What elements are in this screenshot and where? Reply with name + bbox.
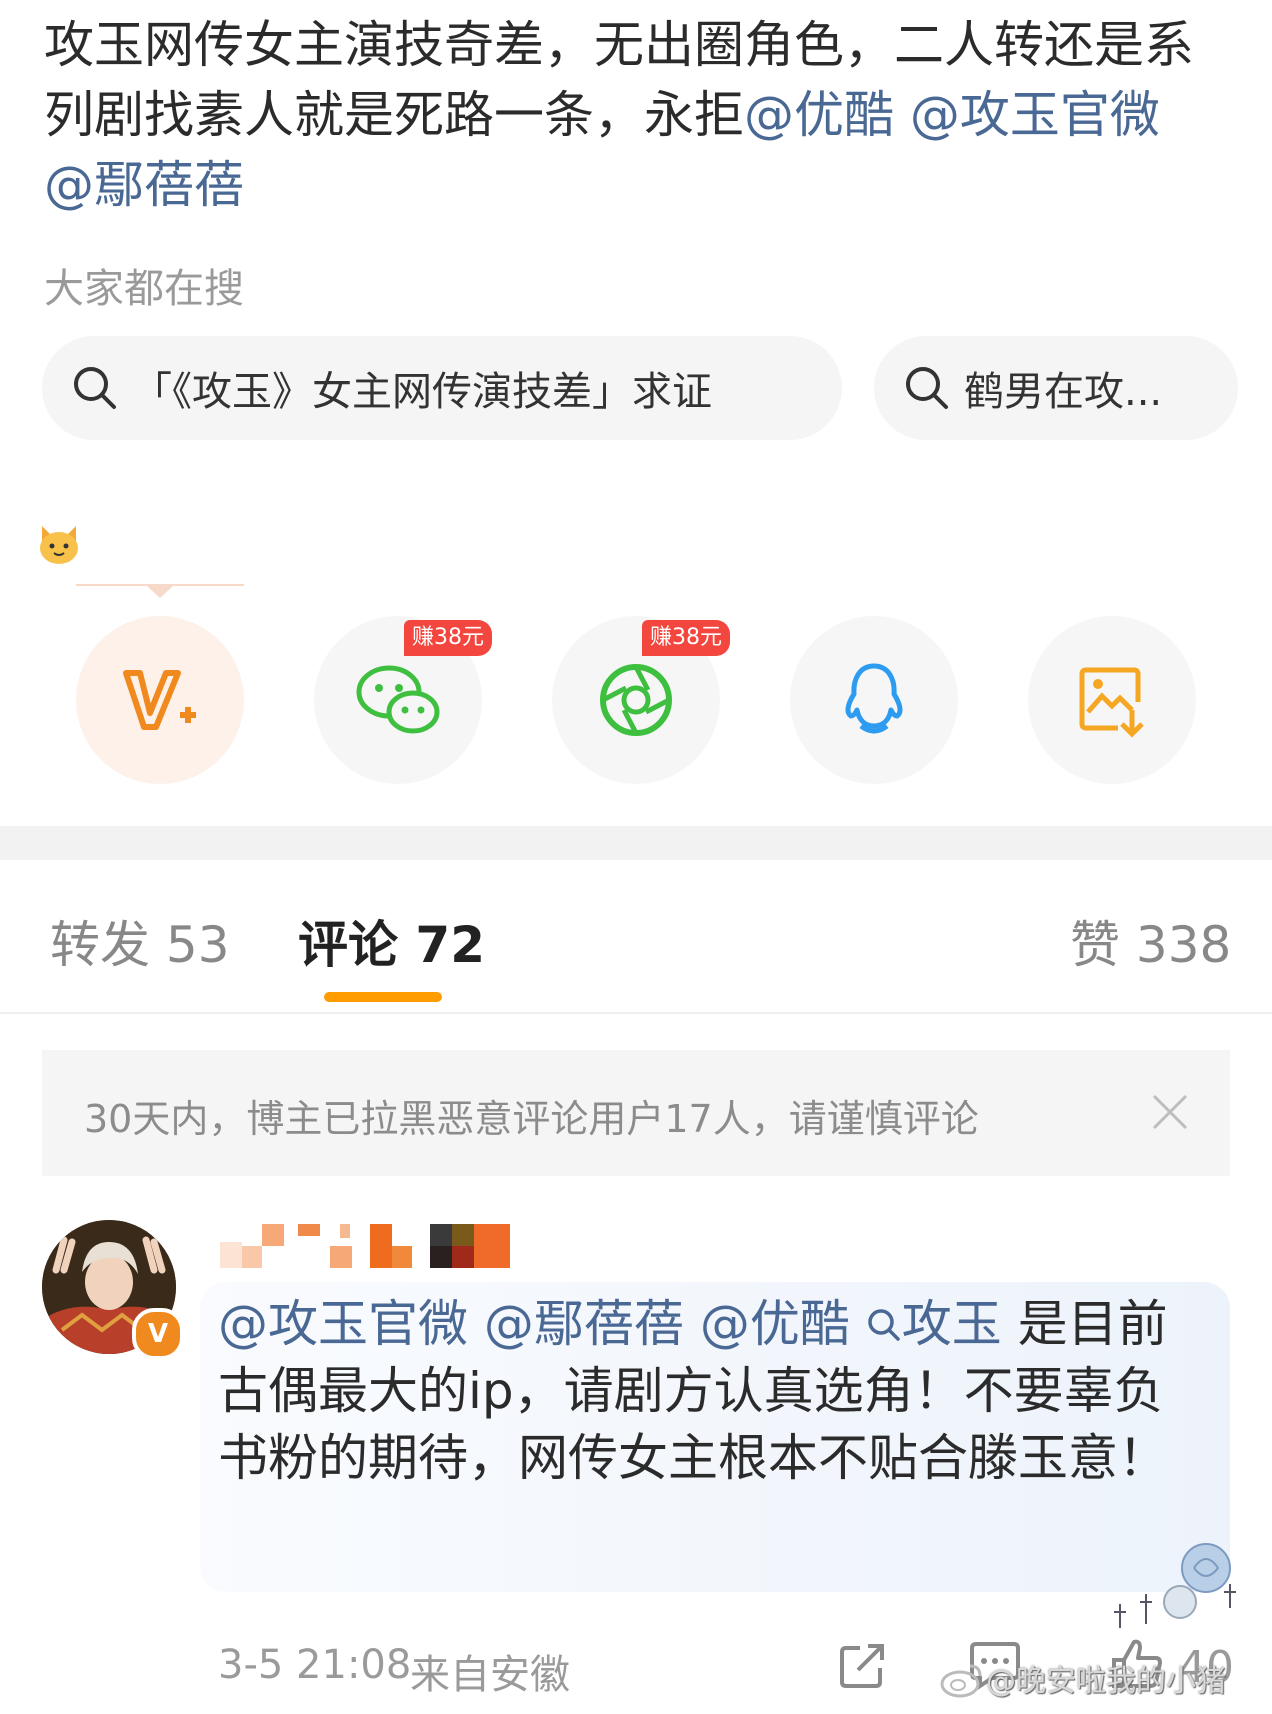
watermark: @晚安啦我的小猪 — [986, 1664, 1226, 1699]
notice-text: 30天内，博主已拉黑恶意评论用户17人，请谨慎评论 — [84, 1097, 979, 1141]
search-icon — [867, 1309, 900, 1341]
moments-icon — [600, 664, 672, 736]
selection-indicator — [76, 584, 244, 598]
comment-text: @攻玉官微 @鄢蓓蓓 @优酷 攻玉 是目前古偶最大的ip，请剧方认真选角！不要辜… — [218, 1291, 1198, 1492]
share-icon[interactable] — [838, 1640, 888, 1690]
search-chip-2[interactable]: 鹤男在攻... — [874, 336, 1238, 440]
search-chip-2-label: 鹤男在攻... — [964, 369, 1163, 415]
verified-badge: V — [132, 1308, 184, 1360]
comment-timestamp: 3-5 21:08 — [218, 1642, 412, 1688]
tab-comments[interactable]: 评论 72 — [298, 905, 485, 977]
username-mosaic — [220, 1224, 510, 1268]
mention-youku[interactable]: @优酷 — [700, 1295, 850, 1353]
topic-label: 攻玉 — [901, 1295, 1002, 1353]
mention-gongyu-official[interactable]: @攻玉官微 — [910, 86, 1160, 144]
comment-location: 来自安徽 — [410, 1652, 570, 1698]
section-divider — [0, 826, 1272, 860]
flower-sticker — [1114, 1543, 1236, 1628]
active-tab-underline — [324, 992, 442, 1002]
weibo-logo-icon — [940, 1664, 982, 1698]
wechat-reward-badge: 赚38元 — [404, 620, 492, 656]
topic-link[interactable]: 攻玉 — [866, 1295, 1002, 1353]
vip-share-button[interactable] — [76, 616, 244, 784]
mention-gongyu-official[interactable]: @攻玉官微 — [218, 1295, 468, 1353]
tab-likes[interactable]: 赞 338 — [1070, 905, 1231, 977]
qq-share-button[interactable] — [790, 616, 958, 784]
post-text: 攻玉网传女主演技奇差，无出圈角色，二人转还是系列剧找素人就是死路一条，永拒@优酷… — [44, 10, 1224, 220]
comment-warning-notice: 30天内，博主已拉黑恶意评论用户17人，请谨慎评论 — [42, 1050, 1230, 1176]
tab-divider — [0, 1012, 1272, 1014]
cat-face-icon — [40, 526, 78, 564]
close-icon[interactable] — [1148, 1090, 1192, 1134]
search-icon — [74, 367, 116, 409]
search-chip-1[interactable]: 「《攻玉》女主网传演技差」求证 — [42, 336, 842, 440]
search-icon — [906, 367, 948, 409]
save-image-button[interactable] — [1028, 616, 1196, 784]
tab-repost[interactable]: 转发 53 — [50, 905, 230, 977]
mention-yan-beibei[interactable]: @鄢蓓蓓 — [484, 1295, 684, 1353]
save-image-icon — [1079, 667, 1144, 738]
wechat-icon — [356, 665, 440, 734]
mention-yan-beibei[interactable]: @鄢蓓蓓 — [44, 156, 244, 214]
search-section-heading: 大家都在搜 — [44, 266, 244, 312]
vip-plus-icon — [123, 670, 196, 730]
qq-icon — [845, 663, 903, 734]
mention-youku[interactable]: @优酷 — [744, 86, 894, 144]
moments-reward-badge: 赚38元 — [642, 620, 730, 656]
search-chip-1-label: 「《攻玉》女主网传演技差」求证 — [132, 369, 712, 415]
